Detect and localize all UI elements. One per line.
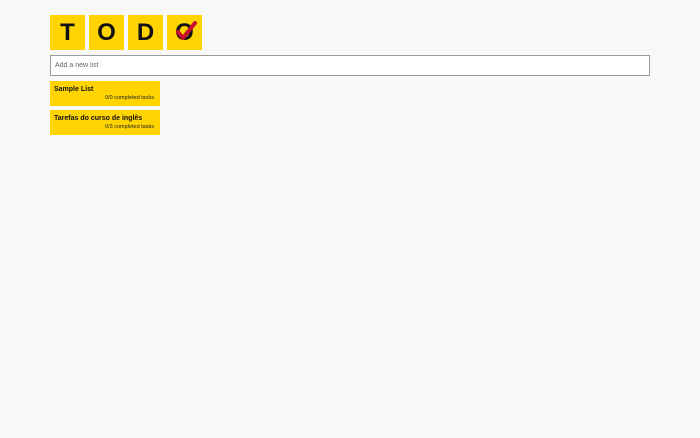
completed-count: 0/3	[105, 124, 113, 130]
list-progress: 0/0 completed tasks	[54, 94, 154, 102]
list-progress: 0/3 completed tasks	[54, 123, 154, 131]
logo-tile-o-check: O	[167, 15, 202, 50]
list-name: Sample List	[54, 86, 94, 93]
logo-letter: O	[175, 18, 194, 46]
completed-label: completed tasks	[114, 124, 154, 130]
logo-tile-d: D	[128, 15, 163, 50]
list-name: Tarefas do curso de inglês	[54, 115, 143, 122]
completed-label: completed tasks	[114, 95, 154, 101]
app-logo: T O D O	[50, 15, 202, 50]
list-item-tarefas-do-curso-de-ingles[interactable]: Tarefas do curso de inglês 0/3 completed…	[50, 110, 160, 135]
logo-tile-t: T	[50, 15, 85, 50]
todo-lists: Sample List 0/0 completed tasks Tarefas …	[50, 81, 160, 139]
logo-letter: O	[97, 18, 116, 46]
list-item-sample-list[interactable]: Sample List 0/0 completed tasks	[50, 81, 160, 106]
completed-count: 0/0	[105, 95, 113, 101]
new-list-input[interactable]	[50, 55, 650, 76]
logo-letter: T	[60, 18, 75, 46]
logo-tile-o: O	[89, 15, 124, 50]
logo-letter: D	[136, 18, 155, 46]
